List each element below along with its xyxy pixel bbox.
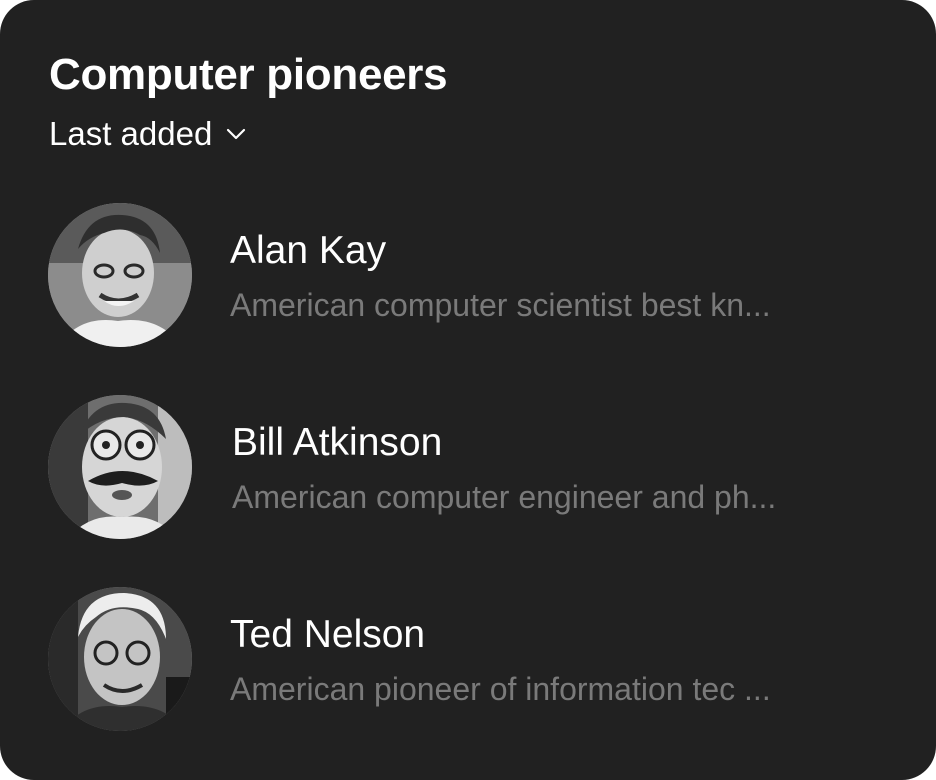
avatar <box>48 587 192 731</box>
avatar <box>48 395 192 539</box>
list-item[interactable]: Ted Nelson American pioneer of informati… <box>48 587 888 733</box>
portrait-photo <box>48 587 192 731</box>
card-title: Computer pioneers <box>49 50 448 99</box>
person-name: Ted Nelson <box>230 613 426 656</box>
list-item[interactable]: Alan Kay American computer scientist bes… <box>48 203 888 349</box>
person-description: American computer scientist best kn... <box>230 287 771 323</box>
chevron-down-icon <box>227 128 246 140</box>
person-name: Alan Kay <box>230 229 387 272</box>
pioneers-card: Computer pioneers Last added Alan Kay Am… <box>0 0 936 780</box>
portrait-photo <box>48 395 192 539</box>
person-description: American computer engineer and ph... <box>232 479 777 515</box>
list-item[interactable]: Bill Atkinson American computer engineer… <box>48 395 888 541</box>
person-description: American pioneer of information tec ... <box>230 671 771 707</box>
sort-label: Last added <box>49 115 213 152</box>
sort-dropdown[interactable]: Last added <box>49 114 246 154</box>
avatar <box>48 203 192 347</box>
portrait-photo <box>48 203 192 347</box>
person-name: Bill Atkinson <box>232 421 443 464</box>
